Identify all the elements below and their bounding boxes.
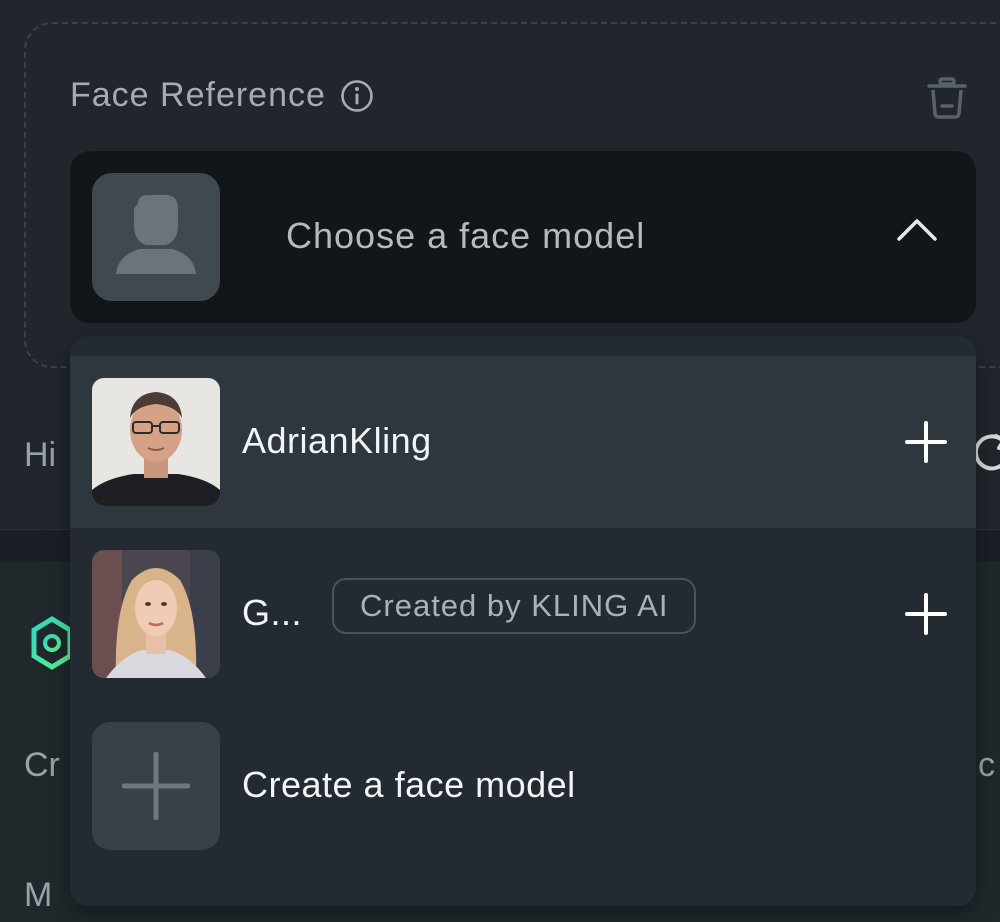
face-model-name: AdrianKling <box>242 420 432 461</box>
face-reference-header: Face Reference <box>70 76 374 115</box>
kling-logo-icon <box>31 616 73 670</box>
create-face-model-label: Create a face model <box>242 764 576 805</box>
face-model-option-adriankling[interactable]: AdrianKling <box>70 356 976 528</box>
truncated-text-right: c <box>978 746 995 784</box>
chevron-up-icon[interactable] <box>896 215 938 243</box>
truncated-text-hint: Hi <box>24 436 57 474</box>
person-silhouette-icon <box>92 173 220 301</box>
trash-icon[interactable] <box>926 76 968 120</box>
face-model-selector[interactable]: Choose a face model <box>70 151 976 323</box>
selector-placeholder-label: Choose a face model <box>286 215 646 256</box>
info-circle-icon[interactable] <box>340 79 374 113</box>
truncated-text-create: Cr <box>24 746 60 784</box>
face-model-avatar <box>92 550 220 678</box>
plus-icon <box>122 752 190 820</box>
face-reference-title: Face Reference <box>70 76 326 114</box>
created-by-badge: Created by KLING AI <box>332 578 697 634</box>
refresh-icon[interactable] <box>972 430 1000 474</box>
plus-icon[interactable] <box>904 420 948 464</box>
face-model-option-kling[interactable]: G... Created by KLING AI <box>70 528 976 700</box>
face-model-avatar <box>92 378 220 506</box>
face-model-name: G... <box>242 592 303 633</box>
face-model-dropdown: AdrianKling G... Created by KLING AI Cre… <box>70 336 976 906</box>
add-face-tile <box>92 722 220 850</box>
plus-icon[interactable] <box>904 592 948 636</box>
create-face-model-option[interactable]: Create a face model <box>70 700 976 872</box>
truncated-text-bottom: M <box>24 876 53 914</box>
